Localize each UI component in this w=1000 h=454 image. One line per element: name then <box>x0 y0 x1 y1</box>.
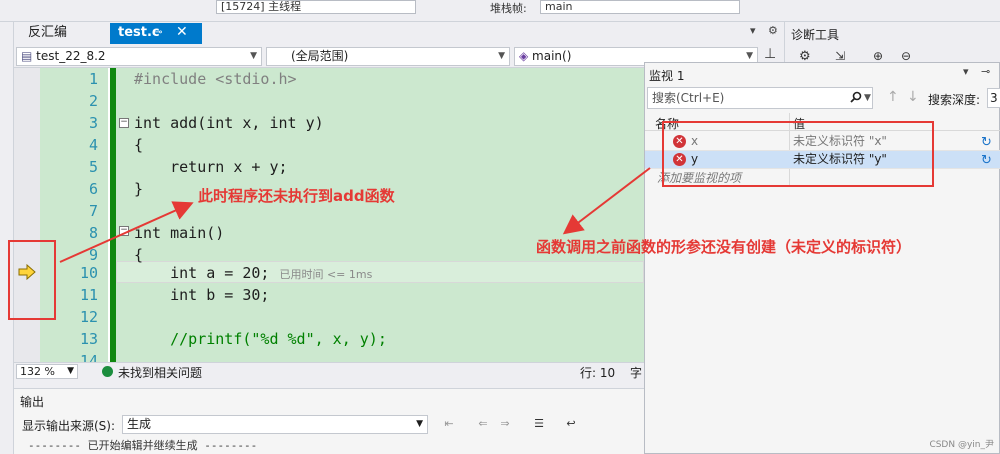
annotation-arrow-right <box>562 167 651 235</box>
watermark: CSDN @yin_尹 <box>929 440 994 450</box>
annotation-arrow-left <box>59 201 194 263</box>
annotation-arrows <box>59 167 651 263</box>
